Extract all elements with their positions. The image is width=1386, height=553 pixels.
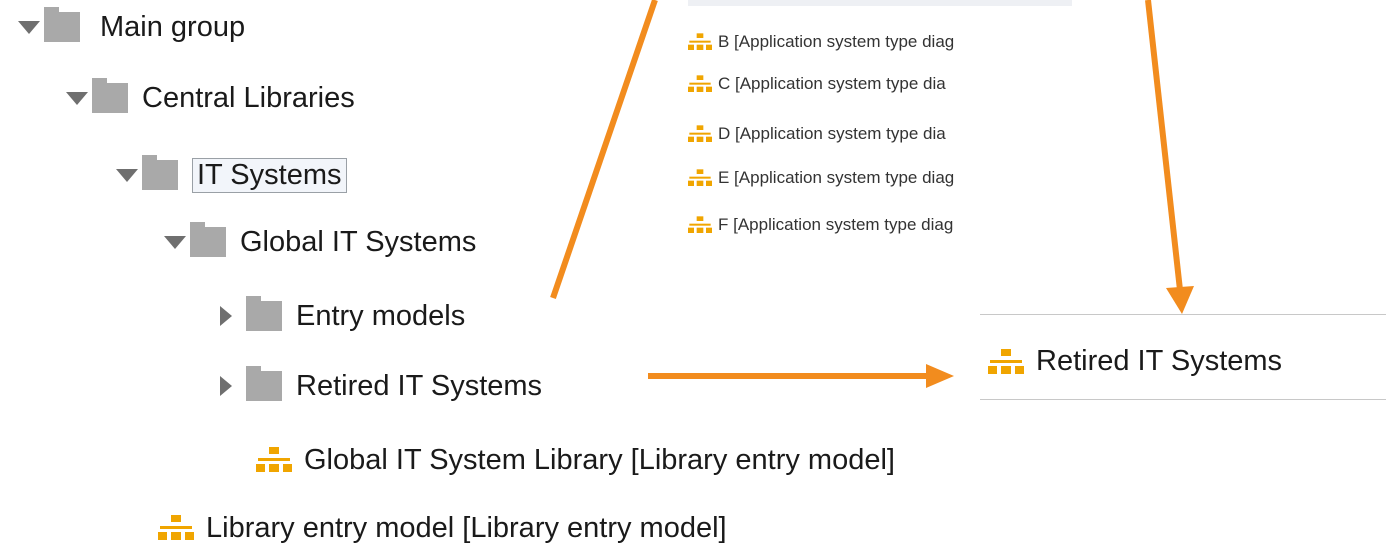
arrow-line <box>550 0 658 299</box>
arrow-head <box>926 364 954 388</box>
arrow-line <box>1145 0 1183 291</box>
arrow-head <box>1166 286 1194 314</box>
annotation-arrows <box>550 0 1194 388</box>
